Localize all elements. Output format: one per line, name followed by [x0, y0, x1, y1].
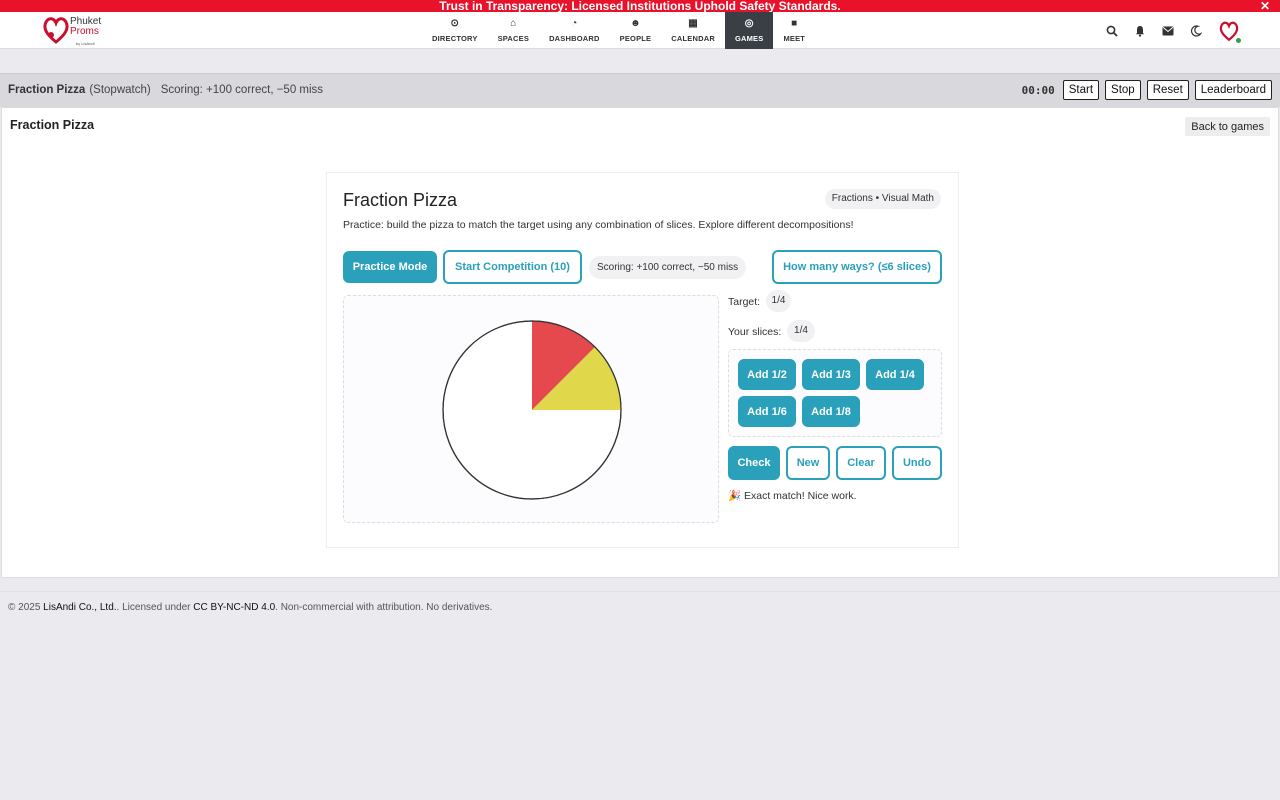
- card-title: Fraction Pizza: [10, 118, 95, 132]
- gauge-icon: ◔: [571, 17, 578, 29]
- add-half-button[interactable]: Add 1/2: [738, 359, 796, 390]
- video-camera-icon: ■: [791, 17, 798, 29]
- gamepad-icon: ◎: [744, 17, 754, 29]
- main-nav: ⊙ DIRECTORY ⌂ SPACES ◔ DASHBOARD ☻ PEOPLE ▦ C…: [422, 12, 815, 49]
- target-value-badge: 1/4: [766, 290, 791, 312]
- users-icon: ☻: [630, 17, 641, 29]
- logo-byline: by LisAndi: [76, 41, 95, 46]
- nav-actions: [1106, 12, 1242, 49]
- check-button[interactable]: Check: [728, 446, 780, 480]
- nav-dashboard[interactable]: ◔ DASHBOARD: [539, 12, 610, 49]
- your-slices-label: Your slices:: [728, 326, 782, 338]
- nav-directory[interactable]: ⊙ DIRECTORY: [422, 12, 488, 49]
- game-toolbar-title: Fraction Pizza (Stopwatch) Scoring: +100 c…: [8, 84, 323, 96]
- back-to-games-button[interactable]: Back to games: [1185, 117, 1270, 136]
- leaderboard-button[interactable]: Leaderboard: [1194, 80, 1272, 100]
- pizza: [442, 320, 622, 500]
- footer-licensed-text: . Licensed under: [116, 602, 194, 613]
- home-icon: ⌂: [510, 17, 517, 29]
- nav-spaces[interactable]: ⌂ SPACES: [488, 12, 540, 49]
- practice-mode-button[interactable]: Practice Mode: [343, 251, 437, 283]
- topic-tag: Fractions • Visual Math: [824, 189, 941, 209]
- compass-icon: ⊙: [450, 17, 460, 29]
- bell-icon[interactable]: [1134, 25, 1146, 37]
- add-eighth-button[interactable]: Add 1/8: [802, 396, 860, 427]
- footer: © 2025 LisAndi Co., Ltd.. Licensed under…: [0, 591, 1280, 613]
- panel-description: Practice: build the pizza to match the t…: [343, 219, 854, 231]
- clear-button[interactable]: Clear: [836, 446, 886, 480]
- how-many-ways-button[interactable]: How many ways? (≤6 slices): [772, 250, 942, 284]
- panel-title: Fraction Pizza: [343, 190, 458, 210]
- your-slices-value-badge: 1/4: [787, 320, 815, 342]
- game-scoring: Scoring: +100 correct, −50 miss: [160, 84, 324, 96]
- nav-meet[interactable]: ■ MEET: [773, 12, 815, 49]
- logo[interactable]: Phuket Proms by LisAndi: [42, 15, 102, 47]
- game-name: Fraction Pizza: [8, 84, 86, 96]
- game-toolbar-buttons: 00:00 Start Stop Reset Leaderboard: [1022, 80, 1272, 100]
- game-card: Fraction Pizza Back to games Fraction Pi…: [1, 107, 1279, 578]
- nav-games[interactable]: ◎ GAMES: [724, 12, 774, 49]
- add-quarter-button[interactable]: Add 1/4: [866, 359, 924, 390]
- nav-people[interactable]: ☻ PEOPLE: [610, 12, 662, 49]
- pizza-canvas[interactable]: [343, 295, 719, 523]
- feedback-message: 🎉 Exact match! Nice work.: [728, 490, 857, 502]
- slice-controls: Add 1/2 Add 1/3 Add 1/4 Add 1/6 Add 1/8: [728, 349, 942, 437]
- navbar: Phuket Proms by LisAndi ⊙ DIRECTORY ⌂ SPAC…: [0, 12, 1280, 49]
- footer-company-link[interactable]: LisAndi Co., Ltd.: [43, 602, 116, 613]
- moon-icon[interactable]: [1190, 24, 1202, 37]
- stop-button[interactable]: Stop: [1105, 80, 1141, 100]
- stopwatch-timer: 00:00: [1021, 83, 1055, 97]
- close-icon[interactable]: ✕: [1260, 0, 1270, 12]
- envelope-icon[interactable]: [1162, 26, 1174, 36]
- logo-text-proms: Proms: [70, 26, 99, 37]
- reset-button[interactable]: Reset: [1146, 80, 1189, 100]
- add-sixth-button[interactable]: Add 1/6: [738, 396, 796, 427]
- start-competition-button[interactable]: Start Competition (10): [443, 250, 582, 284]
- announcement-banner: Trust in Transparency: Licensed Institut…: [0, 0, 1280, 12]
- calendar-icon: ▦: [688, 17, 698, 29]
- undo-button[interactable]: Undo: [892, 446, 942, 480]
- footer-license-link[interactable]: CC BY-NC-ND 4.0: [193, 602, 275, 613]
- search-icon[interactable]: [1106, 25, 1118, 37]
- target-label: Target:: [728, 296, 761, 308]
- fraction-pizza-panel: Fraction Pizza Fractions • Visual Math P…: [326, 172, 959, 548]
- heart-logo-icon: [43, 17, 69, 44]
- game-mode: (Stopwatch): [89, 84, 151, 96]
- footer-copyright: © 2025: [8, 602, 44, 613]
- game-toolbar: Fraction Pizza (Stopwatch) Scoring: +100 c…: [0, 73, 1280, 107]
- online-status-dot: [1235, 36, 1242, 44]
- footer-rest-text: . Non-commercial with attribution. No de…: [275, 602, 493, 613]
- nav-calendar[interactable]: ▦ CALENDAR: [661, 12, 725, 49]
- add-third-button[interactable]: Add 1/3: [802, 359, 860, 390]
- start-button[interactable]: Start: [1062, 80, 1100, 100]
- new-button[interactable]: New: [786, 446, 830, 480]
- avatar[interactable]: [1218, 20, 1242, 44]
- scoring-pill: Scoring: +100 correct, −50 miss: [589, 256, 747, 279]
